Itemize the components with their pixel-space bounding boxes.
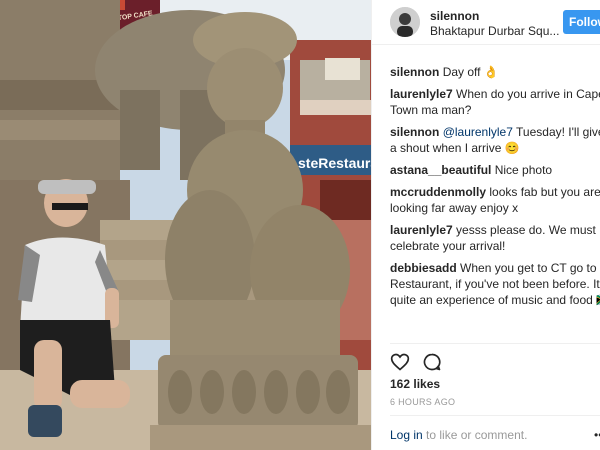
comments-list: silennon Day off 👌 laurenlyle7 When do y… — [390, 64, 600, 344]
login-text: to like or comment. — [422, 428, 528, 442]
comment-username[interactable]: laurenlyle7 — [390, 223, 453, 237]
post-header: silennon Bhaktapur Durbar Squ... Follow — [372, 0, 600, 45]
likes-count[interactable]: 162 likes — [390, 377, 440, 391]
comment-username[interactable]: laurenlyle7 — [390, 87, 453, 101]
comment-text: a shout when I arrive 😊 — [390, 141, 520, 155]
follow-button[interactable]: Follow — [563, 10, 600, 34]
comment-username[interactable]: mccruddenmolly — [390, 185, 486, 199]
login-prompt: Log in to like or comment. — [390, 428, 527, 442]
comment-username[interactable]: debbiesadd — [390, 261, 457, 275]
comment-item: mccruddenmolly looks fab but you are loo… — [390, 184, 600, 216]
comment-text: When you get to CT go to Gold — [460, 261, 600, 275]
comment-username[interactable]: silennon — [390, 65, 439, 79]
heart-icon[interactable] — [390, 352, 410, 372]
photo-illustration: steRestaura WHACKAPUR ROOF TOP CAFE — [0, 0, 371, 450]
post-photo[interactable]: steRestaura WHACKAPUR ROOF TOP CAFE — [0, 0, 371, 450]
comment-text: looks fab but you are — [489, 185, 600, 199]
restaurant-sign-text: steRestaura — [298, 155, 371, 171]
divider — [390, 415, 600, 416]
comment-item: astana__beautiful Nice photo — [390, 162, 600, 178]
comment-item: laurenlyle7 When do you arrive in Cape T… — [390, 86, 600, 118]
comment-text: When do you arrive in Cape — [456, 87, 600, 101]
comment-item: laurenlyle7 yesss please do. We must cel… — [390, 222, 600, 254]
comment-mention[interactable]: @laurenlyle7 — [443, 125, 513, 139]
post-timestamp[interactable]: 6 HOURS AGO — [390, 397, 455, 407]
comment-item: debbiesadd When you get to CT go to Gold… — [390, 260, 600, 308]
comment-text: looking far away enjoy x — [390, 201, 519, 215]
comment-icon[interactable] — [422, 352, 442, 372]
comment-text: Day off 👌 — [442, 65, 499, 79]
comment-item: silennon @laurenlyle7 Tuesday! I'll give… — [390, 124, 600, 156]
more-options-icon[interactable]: ••• — [594, 428, 600, 442]
comment-text: Nice photo — [494, 163, 553, 177]
comment-text: quite an experience of music and food 🇿🇦 — [390, 293, 600, 307]
comment-text: celebrate your arrival! — [390, 239, 506, 253]
comment-username[interactable]: silennon — [390, 125, 439, 139]
comment-username[interactable]: astana__beautiful — [390, 163, 491, 177]
comment-text: yesss please do. We must — [456, 223, 596, 237]
comment-text: Town ma man? — [390, 103, 472, 117]
avatar[interactable] — [390, 7, 420, 37]
comment-text: Restaurant, if you've not been before. I… — [390, 277, 600, 291]
divider — [390, 343, 600, 344]
comment-text: Tuesday! I'll give you — [516, 125, 600, 139]
login-link[interactable]: Log in — [390, 428, 423, 442]
header-username[interactable]: silennon — [430, 9, 479, 23]
header-location[interactable]: Bhaktapur Durbar Squ... — [430, 24, 559, 38]
comment-item: silennon Day off 👌 — [390, 64, 600, 80]
post-sidebar: silennon Bhaktapur Durbar Squ... Follow … — [371, 0, 600, 450]
